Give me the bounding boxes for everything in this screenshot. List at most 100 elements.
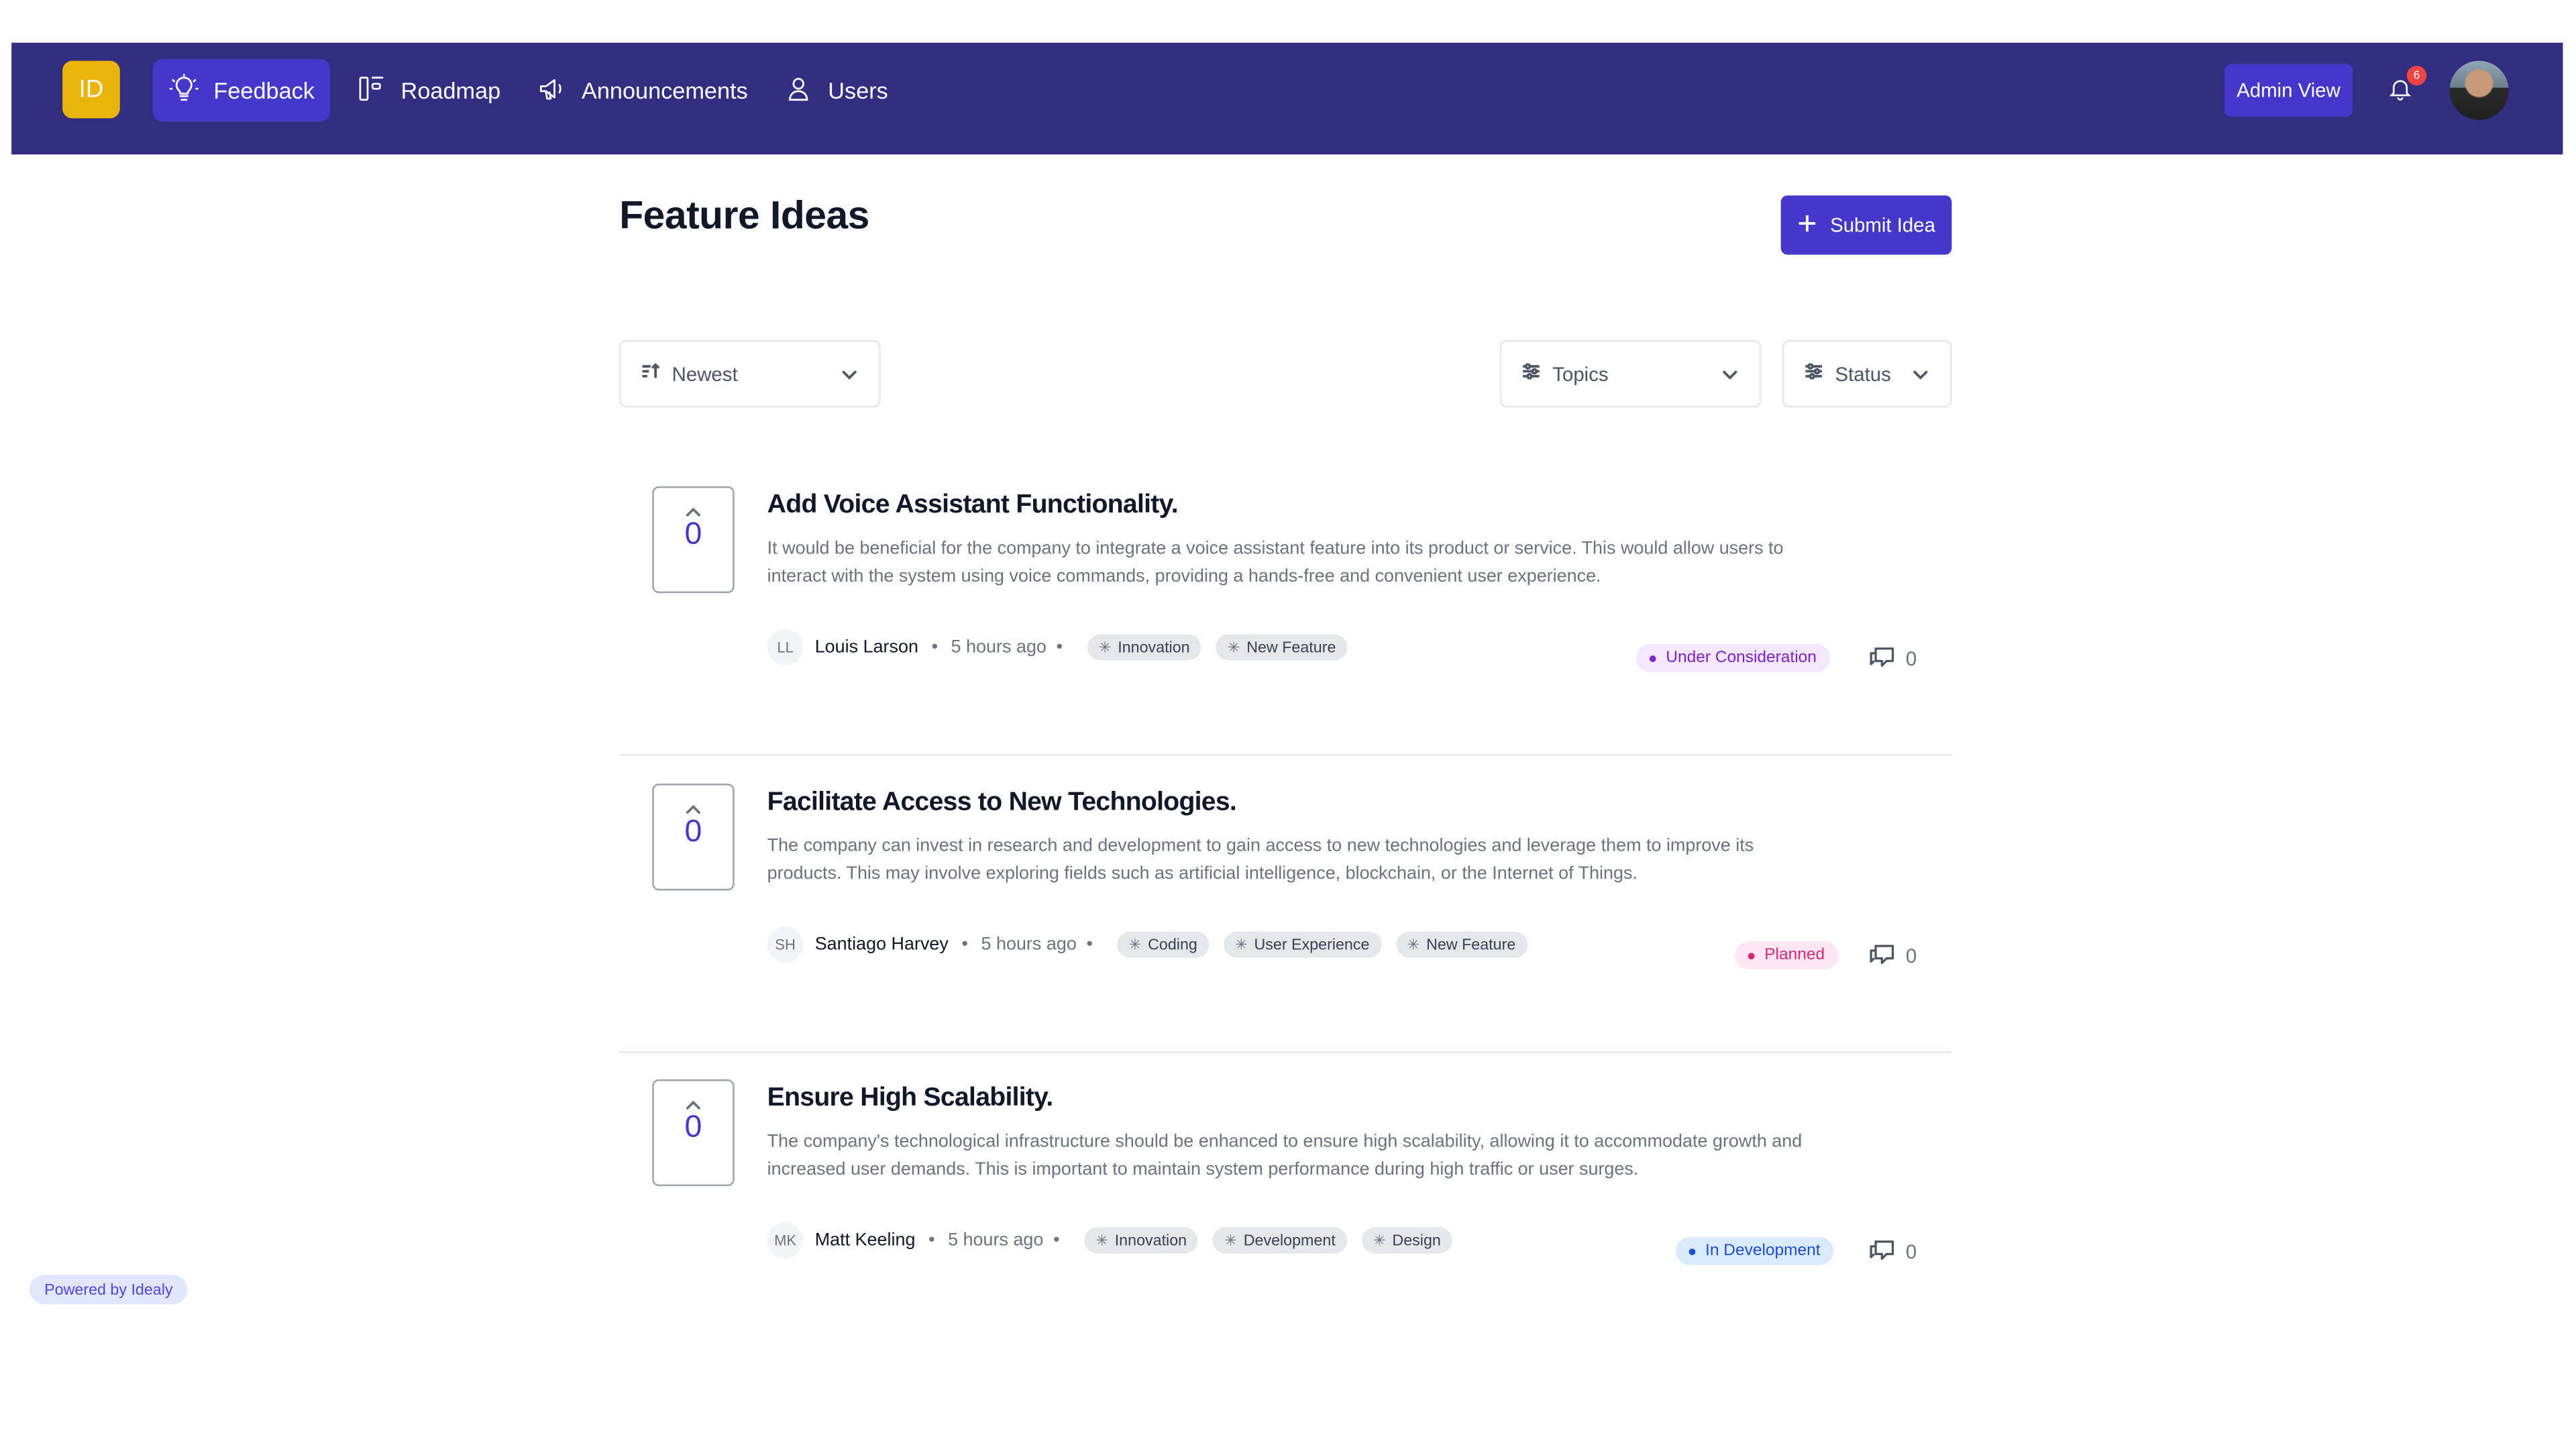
- idea-meta: LL Louis Larson • 5 hours ago • ✳ Innovat…: [767, 629, 1348, 665]
- status-label: Planned: [1764, 946, 1825, 965]
- idea-card[interactable]: 0 Ensure High Scalability. The company's…: [619, 1051, 1951, 1348]
- admin-view-button[interactable]: Admin View: [2224, 64, 2353, 117]
- tag-label: New Feature: [1426, 935, 1516, 954]
- sort-value: Newest: [672, 362, 738, 386]
- sparkle-icon: ✳: [1098, 638, 1112, 655]
- lightbulb-icon: [169, 72, 199, 107]
- idea-description: The company can invest in research and d…: [767, 836, 1754, 883]
- tag-label: Design: [1392, 1231, 1441, 1250]
- chevron-down-icon: [839, 365, 859, 384]
- status-dot: [1748, 952, 1755, 959]
- sort-select[interactable]: Newest: [619, 339, 881, 408]
- sparkle-icon: ✳: [1373, 1231, 1386, 1248]
- tag-label: Innovation: [1118, 638, 1190, 657]
- sparkle-icon: ✳: [1224, 1231, 1237, 1248]
- status-dot: [1688, 1248, 1696, 1254]
- author-name: Santiago Harvey: [814, 934, 949, 955]
- page-title: Feature Ideas: [619, 193, 869, 239]
- comment-count: 0: [1905, 647, 1917, 671]
- comment-count: 0: [1905, 945, 1917, 968]
- status-select[interactable]: Status: [1782, 339, 1952, 408]
- timestamp: 5 hours ago: [981, 934, 1077, 955]
- idea-title[interactable]: Add Voice Assistant Functionality.: [767, 491, 1179, 521]
- tag-label: Coding: [1148, 935, 1197, 954]
- nav-item-roadmap[interactable]: Roadmap: [340, 59, 517, 121]
- comment-icon: [1868, 940, 1896, 973]
- idea-description: It would be beneficial for the company t…: [767, 539, 1784, 586]
- roadmap-icon: [356, 73, 386, 107]
- separator-dot: •: [1053, 1230, 1060, 1250]
- tag[interactable]: ✳ User Experience: [1224, 931, 1381, 958]
- idea-title[interactable]: Facilitate Access to New Technologies.: [767, 789, 1237, 818]
- tag-label: New Feature: [1246, 638, 1336, 657]
- user-icon: [784, 73, 813, 107]
- separator-dot: •: [931, 637, 938, 657]
- timestamp: 5 hours ago: [951, 637, 1046, 657]
- nav-item-users[interactable]: Users: [767, 59, 905, 121]
- chevron-up-icon: [685, 1093, 701, 1110]
- upvote-button[interactable]: 0: [652, 784, 735, 891]
- status-badge: Planned: [1735, 941, 1838, 969]
- topics-value: Topics: [1552, 362, 1609, 386]
- sparkle-icon: ✳: [1227, 638, 1240, 655]
- sliders-icon: [1521, 362, 1541, 386]
- nav-item-announcements[interactable]: Announcements: [521, 59, 764, 121]
- idea-meta: SH Santiago Harvey • 5 hours ago • ✳ Codi…: [767, 926, 1527, 963]
- vote-count: 0: [684, 517, 702, 552]
- sparkle-icon: ✳: [1128, 935, 1142, 953]
- tag[interactable]: ✳ New Feature: [1395, 931, 1527, 958]
- sparkle-icon: ✳: [1095, 1231, 1108, 1248]
- sparkle-icon: ✳: [1407, 935, 1420, 953]
- nav-item-feedback[interactable]: Feedback: [152, 59, 331, 122]
- tag[interactable]: ✳ Innovation: [1087, 634, 1201, 661]
- author-name: Louis Larson: [814, 637, 918, 657]
- avatar[interactable]: [2449, 60, 2509, 120]
- upvote-button[interactable]: 0: [652, 1079, 735, 1187]
- upvote-button[interactable]: 0: [652, 486, 735, 594]
- status-value: Status: [1835, 362, 1891, 386]
- nav-item-label: Feedback: [213, 77, 315, 104]
- idea-card[interactable]: 0 Add Voice Assistant Functionality. It …: [619, 458, 1952, 756]
- tag[interactable]: ✳ New Feature: [1216, 634, 1348, 661]
- tag-label: Development: [1243, 1231, 1336, 1250]
- nav-item-label: Roadmap: [400, 77, 501, 104]
- comment-icon: [1868, 1236, 1896, 1269]
- tag[interactable]: ✳ Development: [1213, 1227, 1347, 1254]
- author-initials: LL: [767, 629, 804, 665]
- idea-description: The company's technological infrastructu…: [767, 1132, 1803, 1179]
- comments-button[interactable]: 0: [1868, 1236, 1917, 1269]
- comment-count: 0: [1905, 1240, 1917, 1264]
- idea-meta: MK Matt Keeling • 5 hours ago • ✳ Innovat…: [767, 1222, 1452, 1258]
- idea-card[interactable]: 0 Facilitate Access to New Technologies.…: [619, 756, 1952, 1053]
- nav-item-label: Users: [828, 77, 888, 104]
- comments-button[interactable]: 0: [1868, 643, 1917, 676]
- nav-item-label: Announcements: [581, 77, 748, 104]
- comments-button[interactable]: 0: [1868, 940, 1917, 973]
- submit-idea-button[interactable]: Submit Idea: [1780, 195, 1952, 255]
- author-name: Matt Keeling: [814, 1230, 916, 1250]
- status-label: In Development: [1705, 1242, 1821, 1260]
- author-initials: MK: [767, 1222, 804, 1258]
- topics-select[interactable]: Topics: [1499, 339, 1762, 408]
- tag[interactable]: ✳ Coding: [1117, 931, 1210, 958]
- top-nav: ID Feedback Roadmap Announcements Users: [11, 42, 2563, 155]
- sort-icon: [641, 362, 660, 386]
- separator-dot: •: [961, 934, 968, 955]
- separator-dot: •: [928, 1230, 935, 1250]
- status-label: Under Consideration: [1666, 649, 1817, 667]
- separator-dot: •: [1056, 637, 1063, 657]
- tag[interactable]: ✳ Innovation: [1084, 1227, 1199, 1254]
- idea-title[interactable]: Ensure High Scalability.: [767, 1084, 1054, 1114]
- powered-by-badge[interactable]: Powered by Idealy: [30, 1275, 188, 1305]
- notification-badge: 6: [2406, 65, 2427, 86]
- tag[interactable]: ✳ Design: [1361, 1227, 1452, 1254]
- chevron-up-icon: [685, 797, 701, 814]
- vote-count: 0: [684, 1110, 702, 1145]
- comment-icon: [1868, 643, 1896, 676]
- sliders-icon: [1804, 362, 1823, 386]
- plus-icon: [1797, 213, 1817, 237]
- megaphone-icon: [537, 73, 567, 107]
- chevron-down-icon: [1720, 365, 1739, 384]
- separator-dot: •: [1086, 934, 1093, 955]
- logo[interactable]: ID: [62, 60, 120, 119]
